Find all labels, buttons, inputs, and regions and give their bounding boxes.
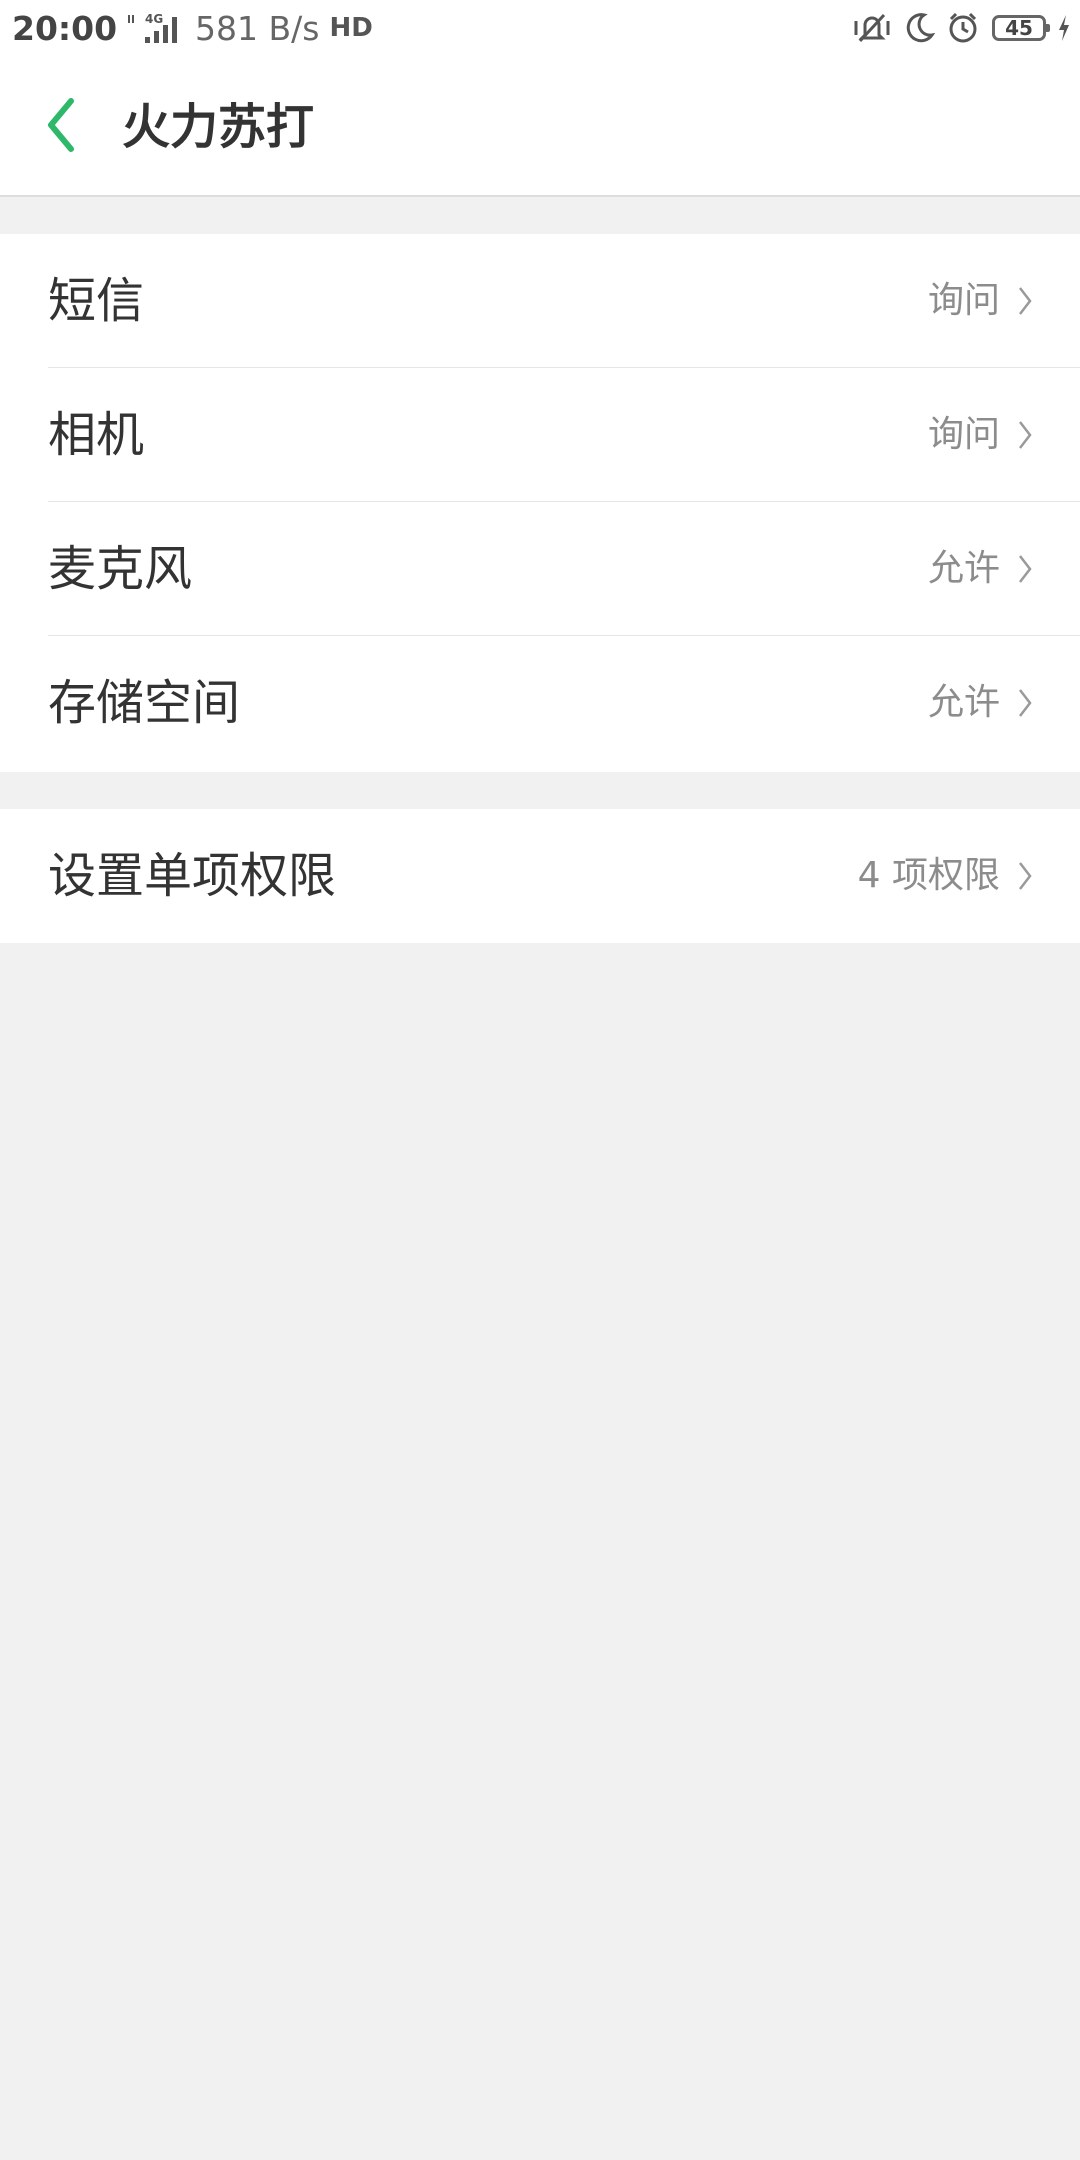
permission-row-sms[interactable]: 短信 询问 [0, 234, 1080, 368]
status-bar: 20:00 4G 581 B/s HD 45 [0, 0, 1080, 55]
chevron-right-icon [1016, 686, 1034, 720]
back-arrow-icon [48, 98, 74, 152]
permission-value: 允许 [927, 548, 1000, 589]
signal-icon: 4G [125, 11, 183, 45]
chevron-right-icon [1016, 418, 1034, 452]
permission-value: 询问 [927, 280, 1000, 321]
permissions-list: 短信 询问 相机 询问 麦克风 允许 存储空间 允许 [0, 234, 1080, 772]
battery-icon: 45 [992, 15, 1050, 41]
app-header: 火力苏打 [0, 55, 1080, 197]
vibrate-icon [852, 11, 892, 45]
permission-row-microphone[interactable]: 麦克风 允许 [0, 502, 1080, 636]
svg-text:4G: 4G [145, 12, 163, 26]
back-button[interactable] [38, 95, 84, 155]
permission-value: 允许 [927, 682, 1000, 723]
individual-permissions-label: 设置单项权限 [48, 848, 337, 904]
network-speed: 581 B/s [195, 8, 320, 48]
chevron-right-icon [1016, 284, 1034, 318]
individual-permissions-count: 4 项权限 [857, 855, 1000, 896]
permission-label: 麦克风 [48, 541, 193, 597]
individual-permissions-row[interactable]: 设置单项权限 4 项权限 [0, 809, 1080, 943]
charging-icon [1056, 13, 1072, 43]
chevron-right-icon [1016, 552, 1034, 586]
chevron-right-icon [1016, 859, 1034, 893]
alarm-icon [946, 11, 980, 45]
individual-permissions-group: 设置单项权限 4 项权限 [0, 809, 1080, 943]
permission-row-storage[interactable]: 存储空间 允许 [0, 636, 1080, 770]
permission-label: 存储空间 [48, 675, 241, 731]
permission-label: 短信 [48, 273, 145, 329]
page-title: 火力苏打 [122, 99, 315, 155]
status-left: 20:00 4G 581 B/s HD [12, 6, 373, 50]
moon-icon [902, 11, 936, 45]
battery-level: 45 [1005, 16, 1033, 40]
status-time: 20:00 [12, 8, 118, 48]
permission-label: 相机 [48, 407, 145, 463]
hd-icon: HD [329, 13, 373, 43]
status-right: 45 [842, 6, 1072, 50]
permission-row-camera[interactable]: 相机 询问 [0, 368, 1080, 502]
permission-value: 询问 [927, 414, 1000, 455]
